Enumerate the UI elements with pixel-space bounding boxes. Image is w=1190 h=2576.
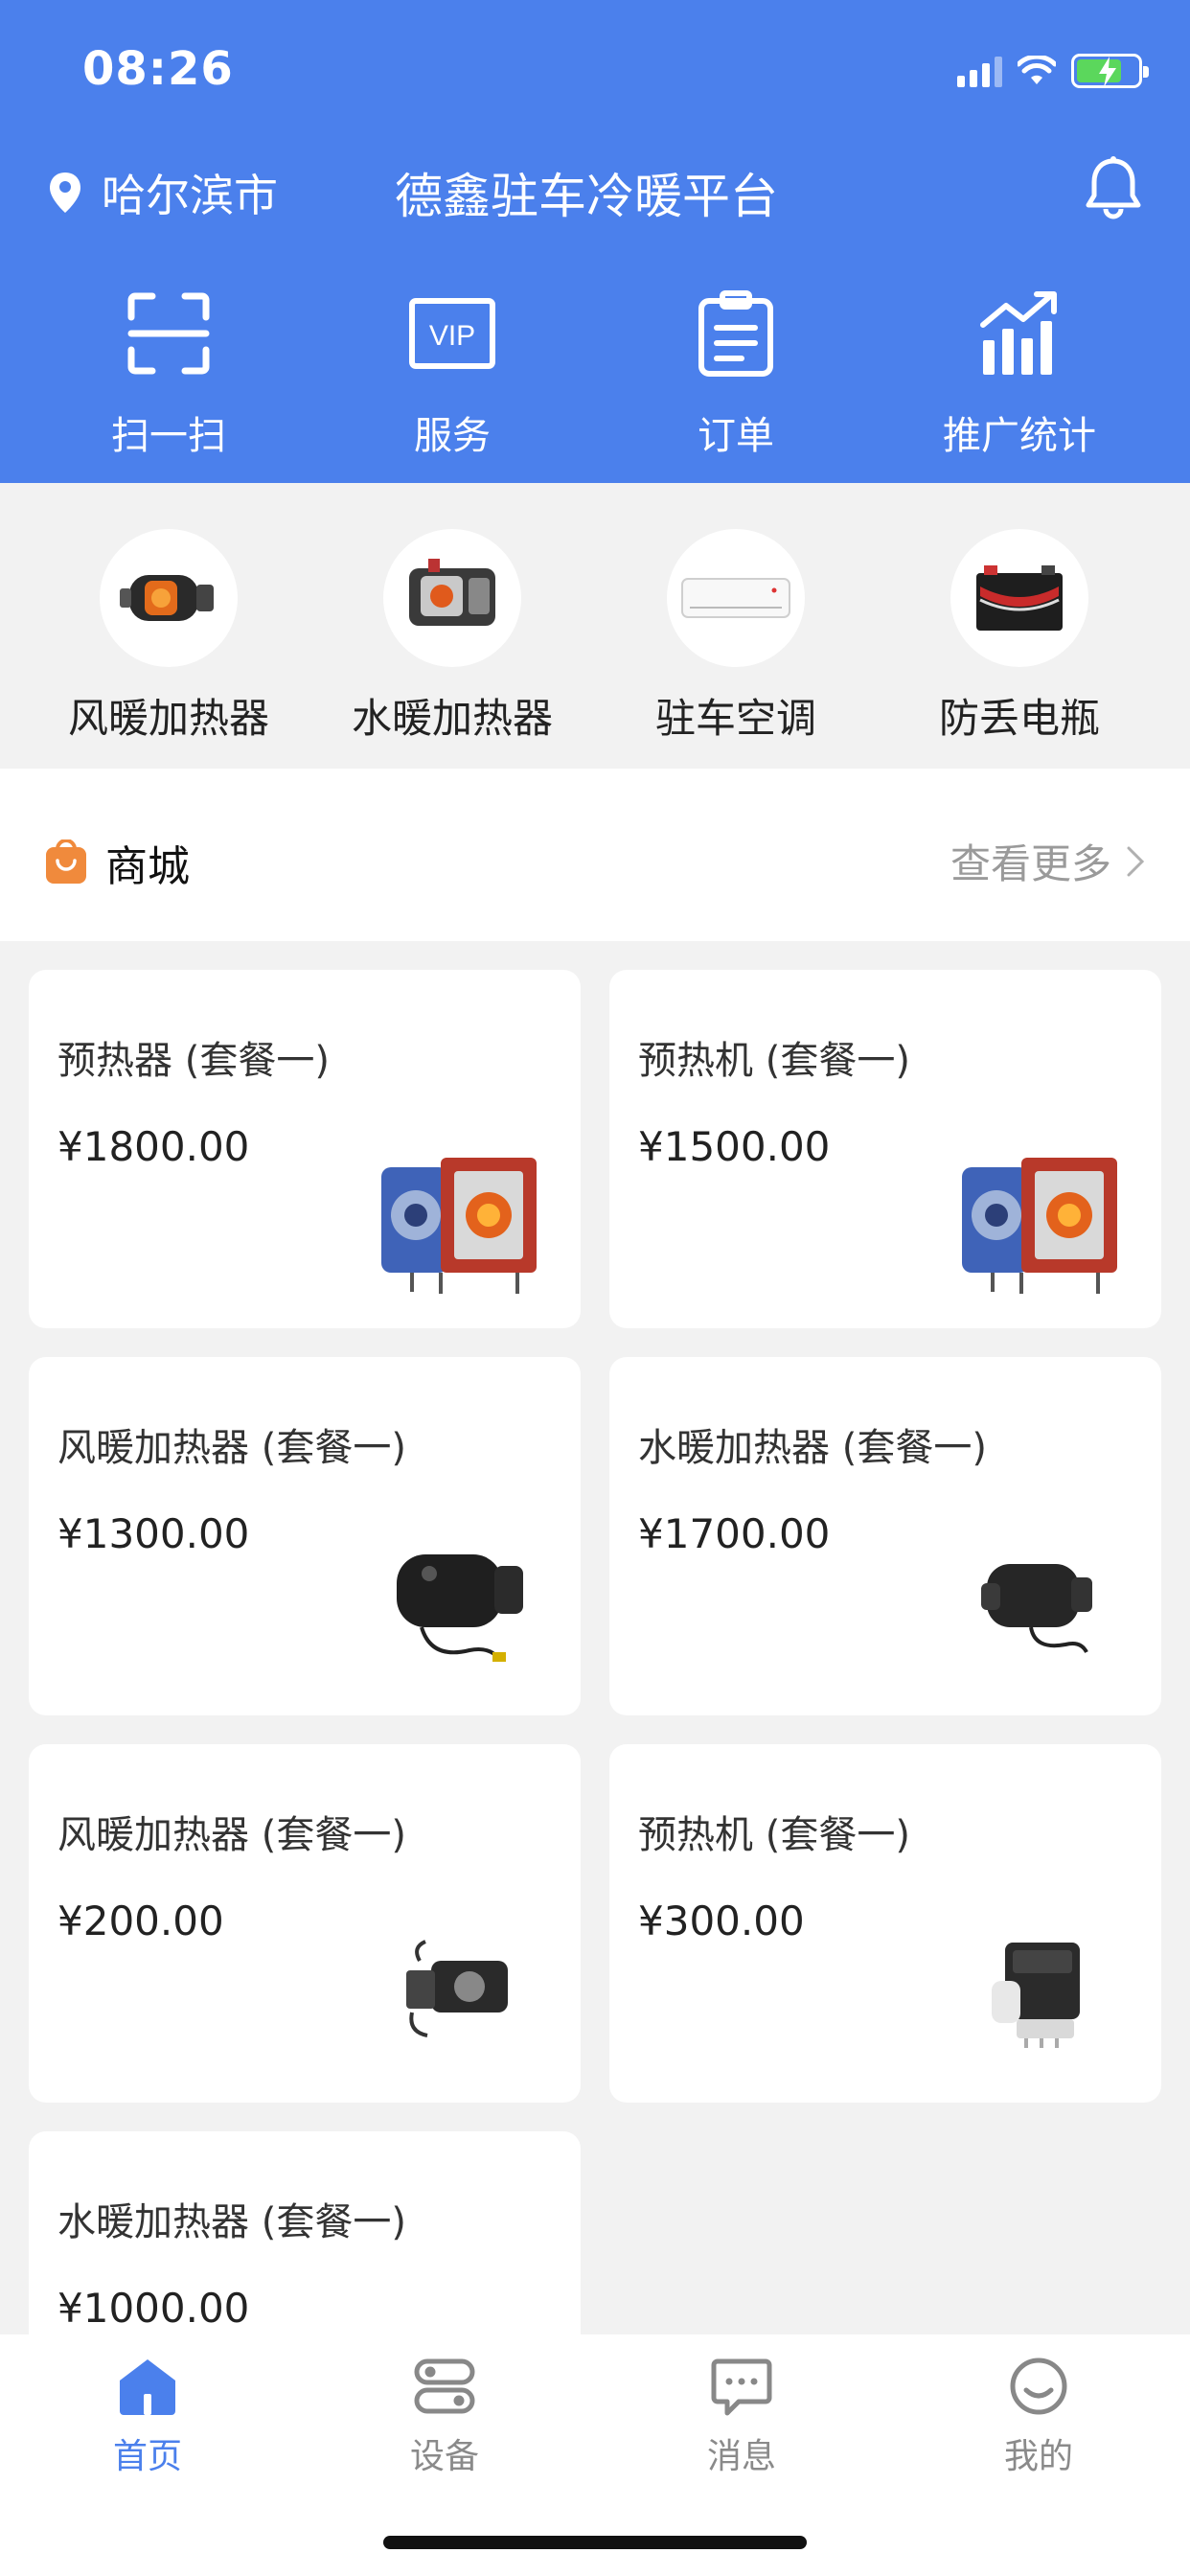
location-selector[interactable]: 哈尔滨市 <box>48 161 278 224</box>
product-grid: 预热器 (套餐一) ¥1800.00 预热机 (套餐一) ¥1500.00 风暖… <box>0 941 1190 2334</box>
tab-label: 首页 <box>112 2437 182 2476</box>
product-card[interactable]: 水暖加热器 (套餐一) ¥1700.00 <box>609 1357 1161 1715</box>
product-card[interactable]: 风暖加热器 (套餐一) ¥1300.00 <box>29 1357 581 1715</box>
product-price: ¥1300.00 <box>57 1510 250 1557</box>
stats-icon <box>973 288 1065 380</box>
product-card[interactable]: 预热器 (套餐一) ¥1800.00 <box>29 970 581 1328</box>
message-icon <box>711 2358 772 2416</box>
product-price: ¥1700.00 <box>638 1510 831 1557</box>
category-water-heater[interactable]: 水暖加热器 <box>310 483 594 769</box>
shopping-bag-icon <box>46 840 86 884</box>
view-more-link[interactable]: 查看更多 <box>950 832 1146 890</box>
category-parking-ac[interactable]: 驻车空调 <box>594 483 878 769</box>
product-card[interactable]: 水暖加热器 (套餐一) ¥1000.00 <box>29 2131 581 2334</box>
product-name: 水暖加热器 (套餐一) <box>638 1426 987 1470</box>
product-image <box>945 1127 1136 1303</box>
profile-icon <box>1010 2358 1067 2415</box>
product-image <box>945 1514 1136 1690</box>
order-icon <box>690 288 782 380</box>
product-price: ¥1800.00 <box>57 1123 250 1170</box>
category-label: 驻车空调 <box>654 695 816 742</box>
quick-nav-label: 推广统计 <box>943 414 1096 458</box>
tab-home[interactable]: 首页 <box>61 2356 234 2478</box>
product-name: 预热机 (套餐一) <box>638 1039 910 1083</box>
product-card[interactable]: 预热机 (套餐一) ¥1500.00 <box>609 970 1161 1328</box>
product-image <box>945 1901 1136 2078</box>
chevron-right-icon <box>1127 846 1145 876</box>
category-strip: 风暖加热器 水暖加热器 驻车空调 防丢电瓶 <box>0 483 1190 769</box>
signal-icon <box>957 55 1002 87</box>
home-icon <box>120 2359 175 2415</box>
category-label: 防丢电瓶 <box>938 695 1100 742</box>
view-more-label: 查看更多 <box>950 840 1111 887</box>
mall-title: 商城 <box>105 842 190 891</box>
quick-nav-service[interactable]: VIP 服务 <box>310 288 594 460</box>
product-price: ¥1000.00 <box>57 2285 250 2332</box>
quick-nav: 扫一扫 VIP 服务 订单 推广统计 <box>0 288 1190 460</box>
notification-bell-icon[interactable] <box>1079 153 1148 226</box>
quick-nav-label: 扫一扫 <box>111 414 226 458</box>
product-name: 风暖加热器 (套餐一) <box>57 1426 406 1470</box>
product-name: 预热机 (套餐一) <box>638 1813 910 1857</box>
tab-label: 消息 <box>706 2437 776 2476</box>
quick-nav-label: 服务 <box>414 414 491 458</box>
air-heater-image <box>100 529 238 667</box>
product-name: 水暖加热器 (套餐一) <box>57 2200 406 2244</box>
product-name: 风暖加热器 (套餐一) <box>57 1813 406 1857</box>
location-pin-icon <box>50 172 80 213</box>
product-name: 预热器 (套餐一) <box>57 1039 330 1083</box>
product-price: ¥200.00 <box>57 1898 224 1944</box>
tab-label: 我的 <box>1003 2437 1073 2476</box>
wifi-icon <box>1018 56 1056 84</box>
product-price: ¥1500.00 <box>638 1123 831 1170</box>
product-image <box>364 1901 556 2078</box>
tab-device[interactable]: 设备 <box>358 2356 531 2478</box>
city-label: 哈尔滨市 <box>102 170 278 221</box>
product-price: ¥300.00 <box>638 1898 805 1944</box>
product-card[interactable]: 预热机 (套餐一) ¥300.00 <box>609 1744 1161 2103</box>
scan-icon <box>123 288 215 380</box>
product-card[interactable]: 风暖加热器 (套餐一) ¥200.00 <box>29 1744 581 2103</box>
quick-nav-label: 订单 <box>698 414 774 458</box>
product-image <box>364 1514 556 1690</box>
vip-icon-text: VIP <box>429 320 475 352</box>
water-heater-image <box>383 529 521 667</box>
app-header: 08:26 哈尔滨市 德鑫驻车冷暖平台 扫一扫 VIP 服务 订单 推广统计 <box>0 0 1190 483</box>
home-indicator <box>383 2536 807 2549</box>
tab-profile[interactable]: 我的 <box>952 2356 1125 2478</box>
device-icon <box>414 2358 475 2414</box>
category-battery[interactable]: 防丢电瓶 <box>878 483 1161 769</box>
vip-icon: VIP <box>406 288 498 380</box>
app-title: 德鑫驻车冷暖平台 <box>395 169 778 224</box>
mall-title-group: 商城 <box>44 832 190 893</box>
battery-image <box>950 529 1088 667</box>
status-icons <box>957 52 1149 90</box>
category-label: 水暖加热器 <box>351 695 553 742</box>
category-air-heater[interactable]: 风暖加热器 <box>27 483 310 769</box>
mall-section-header: 商城 查看更多 <box>0 769 1190 941</box>
battery-icon <box>1071 54 1149 88</box>
tab-messages[interactable]: 消息 <box>655 2356 828 2478</box>
status-time: 08:26 <box>82 42 234 96</box>
category-label: 风暖加热器 <box>67 695 269 742</box>
quick-nav-stats[interactable]: 推广统计 <box>878 288 1161 460</box>
tab-label: 设备 <box>409 2437 479 2476</box>
quick-nav-scan[interactable]: 扫一扫 <box>27 288 310 460</box>
product-image <box>364 1127 556 1303</box>
parking-ac-image <box>667 529 805 667</box>
quick-nav-order[interactable]: 订单 <box>594 288 878 460</box>
